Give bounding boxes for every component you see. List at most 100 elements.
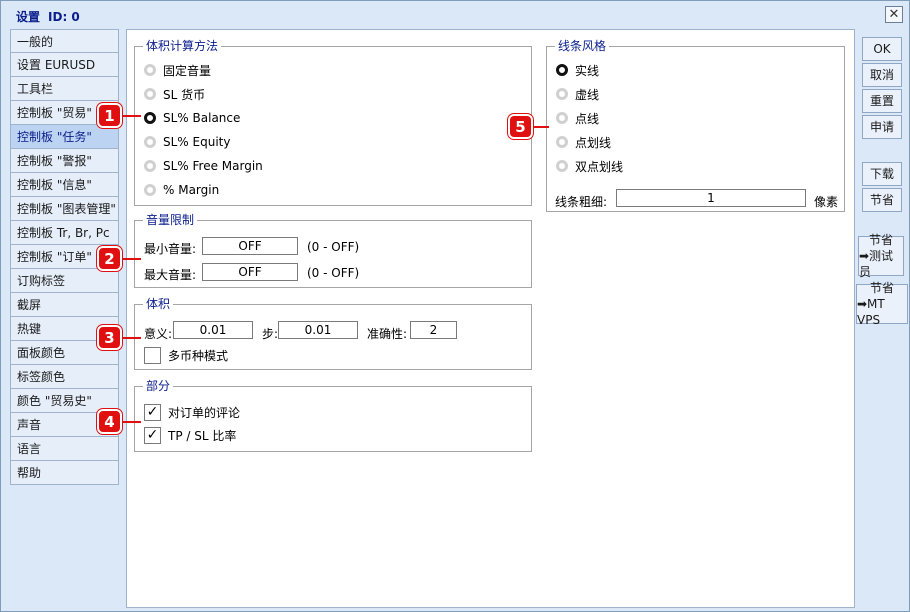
save-to-vps-line2: ➡MT VPS: [857, 297, 885, 327]
sidebar-item[interactable]: 帮助: [10, 461, 119, 485]
line-style-option-label: 实线: [575, 63, 600, 78]
volume-calc-radio[interactable]: [144, 64, 156, 76]
sidebar-item[interactable]: 控制板 "警报": [10, 149, 119, 173]
volume-calc-radio[interactable]: [144, 136, 156, 148]
volume-calc-option-label: SL% Free Margin: [163, 159, 263, 173]
badge-4: 4: [97, 409, 122, 434]
line-style-radio[interactable]: [556, 136, 568, 148]
line-style-option[interactable]: 实线: [556, 62, 599, 78]
volume-legend: 体积: [143, 297, 174, 311]
volume-calc-radio[interactable]: [144, 160, 156, 172]
min-volume-input[interactable]: OFF: [202, 237, 298, 255]
main-panel: 体积计算方法 固定音量 SL 货币 SL% Balance SL% Equity SL%…: [126, 29, 855, 608]
multi-currency-label: 多币种模式: [168, 348, 229, 363]
multi-currency-checkbox[interactable]: [144, 346, 161, 364]
ok-button[interactable]: OK: [862, 37, 902, 61]
line-style-option[interactable]: 点划线: [556, 134, 611, 150]
ok-button-label: OK: [873, 42, 891, 56]
line-style-legend: 线条风格: [555, 39, 610, 53]
volume-calc-option[interactable]: SL% Free Margin: [144, 158, 263, 174]
reset-button[interactable]: 重置: [862, 89, 902, 113]
max-volume-hint: (0 - OFF): [307, 266, 360, 280]
order-comment-label: 对订单的评论: [168, 405, 241, 420]
line-style-option[interactable]: 点线: [556, 110, 599, 126]
volume-calc-radio[interactable]: [144, 88, 156, 100]
save-to-tester-line1: 节省: [868, 233, 893, 247]
min-volume-label: 最小音量:: [144, 242, 197, 256]
volume-calc-legend: 体积计算方法: [143, 39, 222, 53]
volume-calc-option-label: 固定音量: [163, 63, 212, 78]
volume-calc-option[interactable]: SL 货币: [144, 86, 205, 102]
save-button-label: 节省: [869, 193, 894, 207]
volume-calc-option[interactable]: SL% Equity: [144, 134, 230, 150]
line-style-option-label: 点划线: [575, 135, 612, 150]
volume-calc-option[interactable]: SL% Balance: [144, 110, 240, 126]
tpsl-ratio-checkbox[interactable]: ✓: [144, 426, 161, 444]
volume-calc-option[interactable]: 固定音量: [144, 62, 211, 78]
close-button[interactable]: ✕: [885, 6, 903, 23]
download-button[interactable]: 下载: [862, 162, 902, 186]
volume-calc-option-label: SL% Balance: [163, 111, 241, 125]
line-style-radio[interactable]: [556, 64, 568, 76]
volume-group: 体积 意义: 0.01 步: 0.01 准确性: 2 多币种模式: [134, 297, 532, 370]
save-to-vps-line1: 节省: [869, 281, 894, 295]
badge-3-pointer: [121, 337, 141, 339]
order-comment-checkbox-row[interactable]: ✓ 对订单的评论: [144, 403, 240, 421]
badge-5-pointer: [531, 126, 549, 128]
volume-limit-legend: 音量限制: [143, 213, 198, 227]
volume-calc-group: 体积计算方法 固定音量 SL 货币 SL% Balance SL% Equity SL%…: [134, 39, 532, 206]
multi-currency-checkbox-row[interactable]: 多币种模式: [144, 346, 228, 364]
section-legend: 部分: [143, 379, 174, 393]
volume-calc-option-label: % Margin: [163, 183, 220, 197]
badge-2-pointer: [121, 258, 141, 260]
line-width-unit: 像素: [814, 195, 839, 209]
order-comment-checkbox[interactable]: ✓: [144, 403, 161, 421]
max-volume-input[interactable]: OFF: [202, 263, 298, 281]
badge-1-pointer: [121, 115, 141, 117]
badge-4-pointer: [121, 421, 141, 423]
badge-3: 3: [97, 325, 122, 350]
line-style-option-label: 点线: [575, 111, 600, 126]
line-style-radio[interactable]: [556, 112, 568, 124]
max-volume-label: 最大音量:: [144, 268, 197, 282]
apply-button-label: 申请: [869, 120, 894, 134]
sidebar-item[interactable]: 设置 EURUSD: [10, 53, 119, 77]
checkmark-icon: ✓: [146, 427, 159, 443]
sidebar-item[interactable]: 一般的: [10, 29, 119, 53]
tpsl-ratio-checkbox-row[interactable]: ✓ TP / SL 比率: [144, 426, 236, 444]
step-input[interactable]: 0.01: [278, 321, 358, 339]
sidebar-item[interactable]: 控制板 "信息": [10, 173, 119, 197]
window-title-text: 设置: [16, 10, 41, 24]
sidebar-item[interactable]: 控制板 "任务": [10, 125, 119, 149]
cancel-button-label: 取消: [869, 68, 894, 82]
line-style-group: 线条风格 实线 虚线 点线 点划线 双点划线 线条粗细: 1 像素: [546, 39, 845, 212]
line-style-radio[interactable]: [556, 160, 568, 172]
sidebar-item[interactable]: 控制板 "图表管理": [10, 197, 119, 221]
window-id: ID: 0: [48, 10, 80, 24]
save-to-vps-button[interactable]: 节省 ➡MT VPS: [856, 281, 908, 327]
window-title: 设置 ID: 0: [16, 8, 80, 25]
settings-window: 设置 ID: 0 ✕ 一般的 设置 EURUSD 工具栏 控制板 "贸易" 控制板 "任务…: [0, 0, 910, 612]
sidebar-item[interactable]: 截屏: [10, 293, 119, 317]
save-button[interactable]: 节省: [862, 188, 902, 212]
line-style-option[interactable]: 虚线: [556, 86, 599, 102]
volume-calc-option[interactable]: % Margin: [144, 182, 219, 198]
meaning-input[interactable]: 0.01: [173, 321, 253, 339]
sidebar-item[interactable]: 语言: [10, 437, 119, 461]
line-width-input[interactable]: 1: [616, 189, 806, 207]
sidebar-item[interactable]: 工具栏: [10, 77, 119, 101]
sidebar-item[interactable]: 标签颜色: [10, 365, 119, 389]
accuracy-input[interactable]: 2: [410, 321, 457, 339]
volume-calc-option-label: SL% Equity: [163, 135, 231, 149]
line-style-radio[interactable]: [556, 88, 568, 100]
badge-2: 2: [97, 246, 122, 271]
section-group: 部分 ✓ 对订单的评论 ✓ TP / SL 比率: [134, 379, 532, 452]
cancel-button[interactable]: 取消: [862, 63, 902, 87]
volume-calc-radio[interactable]: [144, 112, 156, 124]
apply-button[interactable]: 申请: [862, 115, 902, 139]
sidebar-item[interactable]: 订购标签: [10, 269, 119, 293]
line-style-option[interactable]: 双点划线: [556, 158, 623, 174]
save-to-tester-button[interactable]: 节省 ➡测试员: [858, 233, 904, 279]
sidebar-item[interactable]: 控制板 Tr, Br, Pc: [10, 221, 119, 245]
volume-calc-radio[interactable]: [144, 184, 156, 196]
